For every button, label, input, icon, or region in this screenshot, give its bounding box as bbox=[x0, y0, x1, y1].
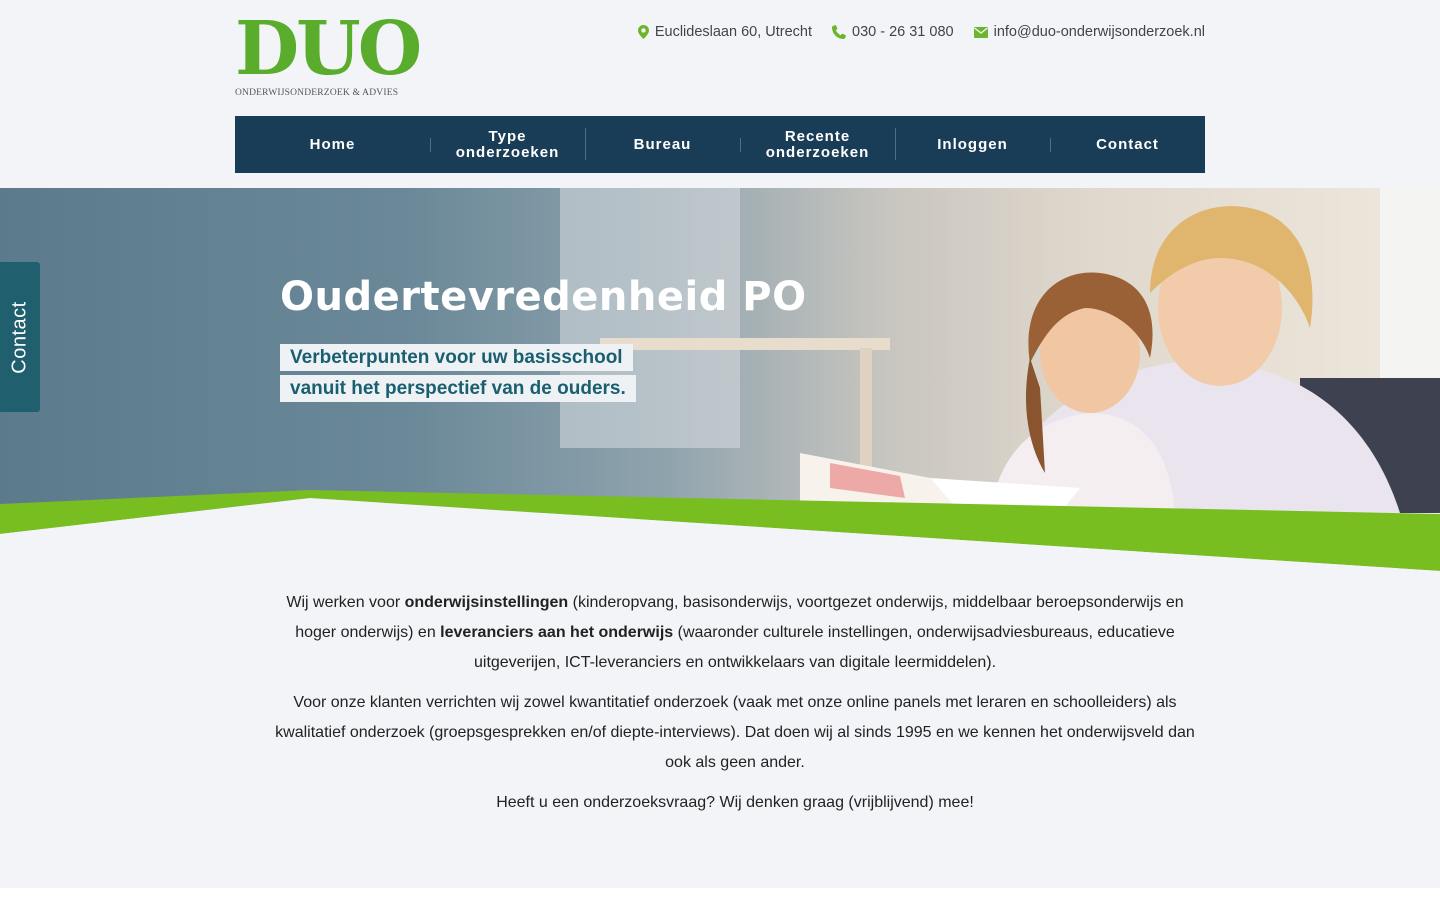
nav-item-type-onderzoeken[interactable]: Type onderzoeken bbox=[430, 116, 585, 173]
nav-item-label: Type onderzoeken bbox=[455, 127, 560, 161]
nav-item-label: Inloggen bbox=[937, 135, 1008, 153]
address-text: Euclideslaan 60, Utrecht bbox=[654, 24, 812, 40]
nav-item-label: Home bbox=[309, 135, 356, 153]
map-pin-icon bbox=[637, 25, 649, 39]
intro-paragraph: Heeft u een onderzoeksvraag? Wij denken … bbox=[496, 794, 974, 811]
logo[interactable]: DUO ONDERWIJSONDERZOEK & ADVIES bbox=[235, 6, 422, 98]
hero-subtitle-line: Verbeterpunten voor uw basisschool bbox=[280, 344, 633, 371]
nav-item-label: Contact bbox=[1096, 135, 1159, 153]
intro-text: Wij werken voor onderwijsinstellingen (k… bbox=[275, 588, 1195, 828]
logo-tagline: ONDERWIJSONDERZOEK & ADVIES bbox=[235, 88, 399, 98]
nav-item-home[interactable]: Home bbox=[235, 116, 430, 173]
nav-item-recente-onderzoeken[interactable]: Recente onderzoeken bbox=[740, 116, 895, 173]
intro-paragraph: Wij werken voor onderwijsinstellingen (k… bbox=[286, 594, 1184, 671]
phone-text: 030 - 26 31 080 bbox=[852, 24, 954, 40]
intro-paragraph: Voor onze klanten verrichten wij zowel k… bbox=[275, 694, 1195, 771]
hero-title: Oudertevredenheid PO bbox=[280, 274, 807, 320]
nav-item-inloggen[interactable]: Inloggen bbox=[895, 116, 1050, 173]
main-nav: Home Type onderzoeken Bureau Recente onder… bbox=[235, 116, 1205, 173]
envelope-icon bbox=[973, 26, 988, 38]
nav-item-contact[interactable]: Contact bbox=[1050, 116, 1205, 173]
nav-item-bureau[interactable]: Bureau bbox=[585, 116, 740, 173]
email-item[interactable]: info@duo-onderwijsonderzoek.nl bbox=[973, 24, 1205, 40]
contact-tab-label: Contact bbox=[8, 300, 31, 374]
top-contact-bar: Euclideslaan 60, Utrecht 030 - 26 31 080… bbox=[637, 22, 1205, 42]
hero-subtitle: Verbeterpunten voor uw basisschool vanui… bbox=[280, 344, 636, 406]
logo-wordmark: DUO bbox=[235, 6, 422, 92]
email-text: info@duo-onderwijsonderzoek.nl bbox=[993, 24, 1205, 40]
phone-item[interactable]: 030 - 26 31 080 bbox=[832, 24, 954, 40]
hero-banner bbox=[0, 188, 1440, 513]
phone-icon bbox=[832, 25, 846, 39]
address-item: Euclideslaan 60, Utrecht bbox=[637, 24, 812, 40]
green-swoosh-divider bbox=[0, 490, 1440, 578]
contact-side-tab[interactable]: Contact bbox=[0, 262, 40, 412]
hero-photo bbox=[560, 188, 1440, 513]
page-footer-edge bbox=[0, 888, 1440, 900]
nav-item-label: Recente onderzoeken bbox=[765, 127, 870, 161]
hero-subtitle-line: vanuit het perspectief van de ouders. bbox=[280, 375, 636, 402]
nav-item-label: Bureau bbox=[633, 135, 692, 153]
